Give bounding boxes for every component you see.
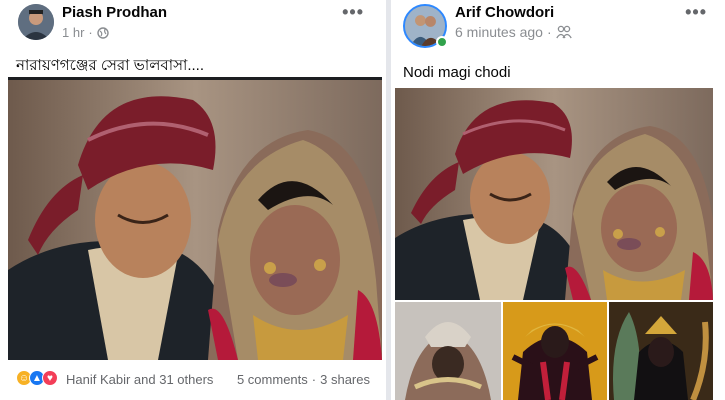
engagement-counts: 5 comments · 3 shares	[237, 372, 370, 387]
post-photo[interactable]	[395, 88, 713, 300]
post-footer: ☺ ▲ ♥ Hanif Kabir and 31 others 5 commen…	[0, 364, 386, 394]
avatar[interactable]	[18, 4, 54, 40]
post-caption: Nodi magi chodi	[403, 64, 511, 81]
love-reaction-icon: ♥	[42, 370, 58, 386]
reaction-names[interactable]: Hanif Kabir and 31 others	[66, 372, 213, 387]
post-card-left: Piash Prodhan 1 hr · ••• নারায়ণগঞ্জের স…	[0, 0, 386, 400]
post-meta: 1 hr ·	[62, 25, 109, 40]
photo-thumbnail[interactable]	[395, 302, 501, 400]
friends-icon	[555, 25, 572, 39]
post-header: Arif Chowdori 6 minutes ago · •••	[391, 0, 725, 48]
meta-separator: ·	[546, 24, 552, 40]
shares-count[interactable]: 3 shares	[320, 372, 370, 387]
photo-thumbnail[interactable]	[609, 302, 713, 400]
comments-count[interactable]: 5 comments	[237, 372, 308, 387]
photo-thumbnail[interactable]	[503, 302, 607, 400]
reaction-icons[interactable]: ☺ ▲ ♥	[16, 370, 58, 386]
counts-dot: ·	[311, 372, 317, 387]
post-caption: নারায়ণগঞ্জের সেরা ভালবাসা....	[16, 57, 204, 74]
post-header: Piash Prodhan 1 hr · •••	[0, 0, 386, 46]
post-photo[interactable]	[8, 80, 382, 360]
meta-separator: ·	[88, 25, 93, 40]
author-name[interactable]: Arif Chowdori	[455, 4, 554, 21]
post-time[interactable]: 6 minutes ago	[455, 24, 543, 40]
public-globe-icon	[97, 26, 109, 39]
online-status-indicator	[436, 36, 448, 48]
post-time[interactable]: 1 hr	[62, 25, 84, 40]
post-meta: 6 minutes ago ·	[455, 24, 572, 40]
more-options-icon[interactable]: •••	[685, 2, 707, 23]
author-name[interactable]: Piash Prodhan	[62, 4, 167, 21]
post-card-right: Arif Chowdori 6 minutes ago · ••• Nodi m…	[391, 0, 725, 400]
more-options-icon[interactable]: •••	[342, 2, 364, 23]
